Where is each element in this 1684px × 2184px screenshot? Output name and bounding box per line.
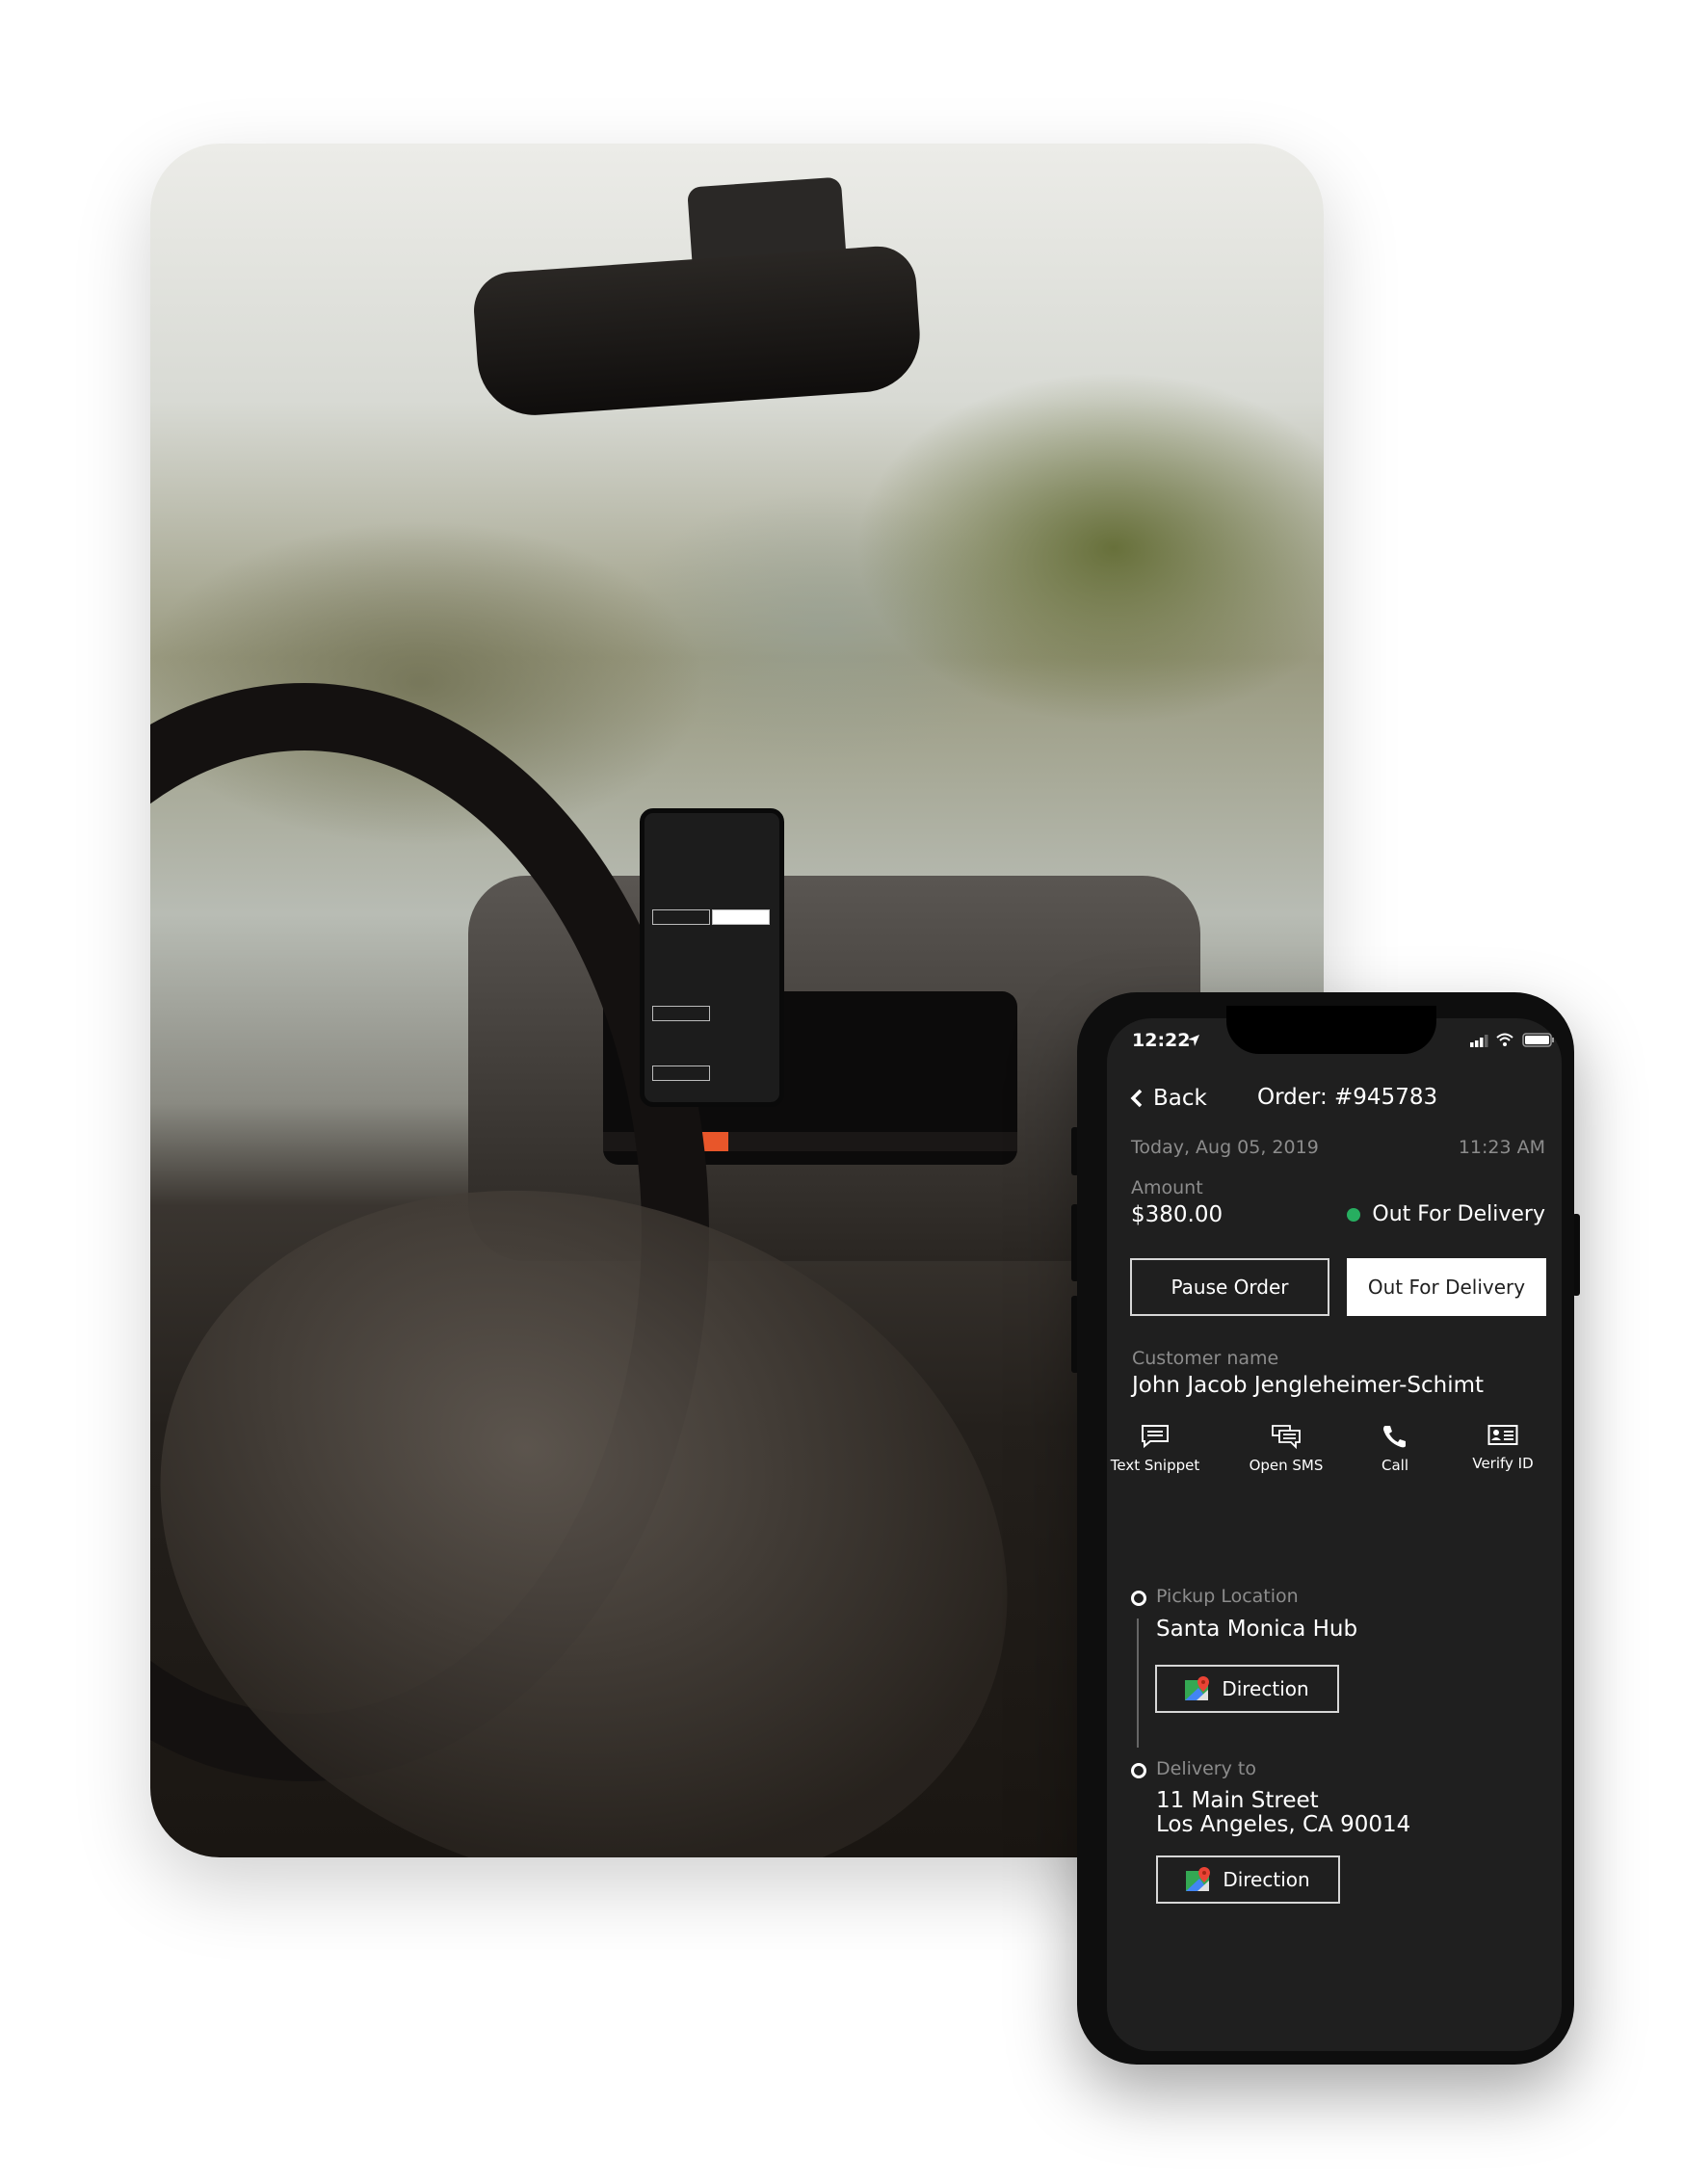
delivery-address-line2: Los Angeles, CA 90014: [1156, 1812, 1411, 1837]
pickup-name: Santa Monica Hub: [1156, 1617, 1358, 1642]
route-line: [1137, 1618, 1139, 1748]
out-for-delivery-button[interactable]: Out For Delivery: [1347, 1258, 1546, 1316]
google-maps-icon: [1185, 1676, 1210, 1700]
pickup-direction-button[interactable]: Direction: [1155, 1665, 1339, 1713]
text-snippet-button[interactable]: Text Snippet: [1097, 1424, 1213, 1474]
pickup-label: Pickup Location: [1156, 1586, 1299, 1607]
direction-label: Direction: [1223, 1868, 1310, 1891]
direction-label: Direction: [1222, 1677, 1309, 1700]
wifi-icon: [1496, 1033, 1513, 1046]
phone-notch: [1226, 1006, 1436, 1054]
google-maps-icon: [1186, 1867, 1211, 1891]
call-button[interactable]: Call: [1337, 1424, 1453, 1474]
battery-icon: [1522, 1033, 1554, 1047]
delivery-marker-icon: [1131, 1763, 1146, 1778]
back-label: Back: [1153, 1086, 1207, 1111]
verify-id-button[interactable]: Verify ID: [1445, 1424, 1561, 1472]
pause-order-button[interactable]: Pause Order: [1130, 1258, 1329, 1316]
delivery-direction-button[interactable]: Direction: [1156, 1855, 1340, 1904]
pickup-marker-icon: [1131, 1591, 1146, 1606]
rearview-mirror: [471, 244, 924, 419]
action-label: Call: [1381, 1457, 1408, 1474]
chevron-left-icon: [1130, 1089, 1143, 1108]
action-label: Verify ID: [1472, 1455, 1534, 1472]
status-time: 12:22: [1132, 1030, 1191, 1051]
mounted-phone: [640, 808, 784, 1107]
status-text: Out For Delivery: [1372, 1202, 1545, 1226]
action-label: Open SMS: [1249, 1457, 1324, 1474]
status-badge: Out For Delivery: [1347, 1202, 1545, 1226]
customer-name: John Jacob Jengleheimer-Schimt: [1132, 1373, 1485, 1398]
order-date: Today, Aug 05, 2019: [1131, 1137, 1319, 1158]
delivery-address-line1: 11 Main Street: [1156, 1788, 1319, 1813]
amount-value: $380.00: [1131, 1202, 1224, 1227]
phone-icon: [1383, 1426, 1406, 1448]
status-dot-icon: [1347, 1207, 1361, 1222]
customer-label: Customer name: [1132, 1348, 1279, 1369]
order-time: 11:23 AM: [1458, 1137, 1545, 1158]
back-button[interactable]: Back: [1130, 1084, 1207, 1113]
message-icon: [1142, 1425, 1169, 1449]
location-arrow-icon: [1188, 1035, 1199, 1046]
page-title: Order: #945783: [1257, 1085, 1438, 1110]
signal-icon: [1470, 1035, 1488, 1047]
action-label: Text Snippet: [1110, 1457, 1200, 1474]
open-sms-button[interactable]: Open SMS: [1228, 1424, 1344, 1474]
id-card-icon: [1487, 1425, 1518, 1445]
amount-label: Amount: [1131, 1177, 1203, 1198]
delivery-label: Delivery to: [1156, 1758, 1256, 1779]
chat-icon: [1272, 1425, 1301, 1449]
